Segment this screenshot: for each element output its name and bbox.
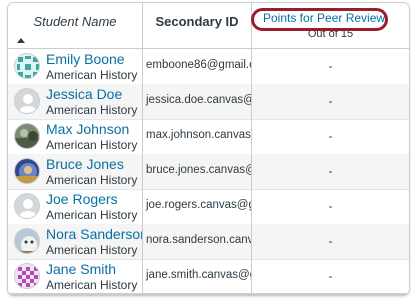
student-name-link[interactable]: Nora Sanderson [46, 226, 142, 242]
student-name-cell: Joe Rogers American History [8, 189, 143, 224]
grade-value: - [328, 199, 333, 213]
secondary-id-cell: max.johnson.canvas@ [143, 119, 252, 154]
student-name-cell: Jessica Doe American History [8, 84, 143, 119]
gradebook-grid: Student Name Secondary ID Points for Pee… [7, 2, 410, 296]
pattern-avatar[interactable] [14, 53, 40, 79]
default-avatar[interactable] [14, 88, 40, 114]
student-name-header-label: Student Name [33, 14, 117, 29]
secondary-id-cell: emboone86@gmail.c [143, 49, 252, 84]
photo-avatar[interactable] [14, 123, 40, 149]
table-row: Nora Sanderson American History nora.san… [8, 224, 409, 260]
grade-value: - [328, 234, 333, 248]
student-name-cell: Nora Sanderson American History [8, 224, 143, 259]
student-section: American History [46, 103, 138, 117]
student-name-cell: Jane Smith American History [8, 259, 143, 294]
grade-cell[interactable]: - [252, 49, 409, 84]
table-row: Joe Rogers American History joe.rogers.c… [8, 189, 409, 225]
grid-header: Student Name Secondary ID Points for Pee… [8, 3, 409, 49]
grade-value: - [328, 129, 333, 143]
student-section: American History [46, 208, 138, 222]
horizontal-scrollbar[interactable] [8, 293, 409, 295]
student-name-cell: Bruce Jones American History [8, 154, 143, 189]
student-name-link[interactable]: Jessica Doe [46, 86, 122, 102]
student-name-cell: Emily Boone American History [8, 49, 143, 84]
student-section: American History [46, 243, 138, 257]
student-section: American History [46, 278, 138, 292]
assignment-title-link[interactable]: Points for Peer Review [263, 11, 385, 25]
grade-value: - [328, 59, 333, 73]
student-section: American History [46, 138, 138, 152]
table-row: Max Johnson American History max.johnson… [8, 119, 409, 155]
student-name-link[interactable]: Emily Boone [46, 51, 125, 67]
default-avatar[interactable] [14, 193, 40, 219]
student-section: American History [46, 68, 138, 82]
grade-cell[interactable]: - [252, 224, 409, 259]
secondary-id-value: jessica.doe.canvas@g [146, 94, 252, 106]
grade-cell[interactable]: - [252, 259, 409, 294]
grade-cell[interactable]: - [252, 84, 409, 119]
secondary-id-value: max.johnson.canvas@ [146, 129, 252, 141]
student-name-link[interactable]: Joe Rogers [46, 191, 118, 207]
grade-cell[interactable]: - [252, 154, 409, 189]
secondary-id-value: bruce.jones.canvas@ [146, 164, 252, 176]
pattern-avatar[interactable] [14, 263, 40, 289]
grade-cell[interactable]: - [252, 119, 409, 154]
secondary-id-column-header[interactable]: Secondary ID [143, 3, 252, 48]
secondary-id-value: emboone86@gmail.c [146, 59, 252, 71]
table-row: Bruce Jones American History bruce.jones… [8, 154, 409, 190]
assignment-column-header[interactable]: Points for Peer Review Out of 15 [252, 3, 409, 48]
secondary-id-value: joe.rogers.canvas@gr [146, 199, 252, 211]
secondary-id-value: nora.sanderson.canv [146, 234, 252, 246]
secondary-id-cell: bruce.jones.canvas@ [143, 154, 252, 189]
student-section: American History [46, 173, 138, 187]
grade-value: - [328, 94, 333, 108]
sort-ascending-icon[interactable] [17, 38, 25, 43]
student-name-link[interactable]: Jane Smith [46, 261, 116, 277]
photo-avatar[interactable] [14, 158, 40, 184]
student-name-column-header[interactable]: Student Name [8, 3, 143, 48]
secondary-id-cell: jane.smith.canvas@g [143, 259, 252, 294]
photo-avatar[interactable] [14, 228, 40, 254]
secondary-id-cell: joe.rogers.canvas@gr [143, 189, 252, 224]
secondary-id-value: jane.smith.canvas@g [146, 269, 252, 281]
student-name-link[interactable]: Max Johnson [46, 121, 129, 137]
secondary-id-header-label: Secondary ID [155, 14, 239, 29]
student-name-link[interactable]: Bruce Jones [46, 156, 124, 172]
secondary-id-cell: nora.sanderson.canv [143, 224, 252, 259]
student-name-cell: Max Johnson American History [8, 119, 143, 154]
table-row: Emily Boone American History emboone86@g… [8, 49, 409, 85]
grade-value: - [328, 164, 333, 178]
grade-cell[interactable]: - [252, 189, 409, 224]
assignment-points-possible: Out of 15 [307, 28, 354, 40]
table-row: Jessica Doe American History jessica.doe… [8, 84, 409, 120]
secondary-id-cell: jessica.doe.canvas@g [143, 84, 252, 119]
table-row: Jane Smith American History jane.smith.c… [8, 259, 409, 295]
grade-value: - [328, 269, 333, 283]
